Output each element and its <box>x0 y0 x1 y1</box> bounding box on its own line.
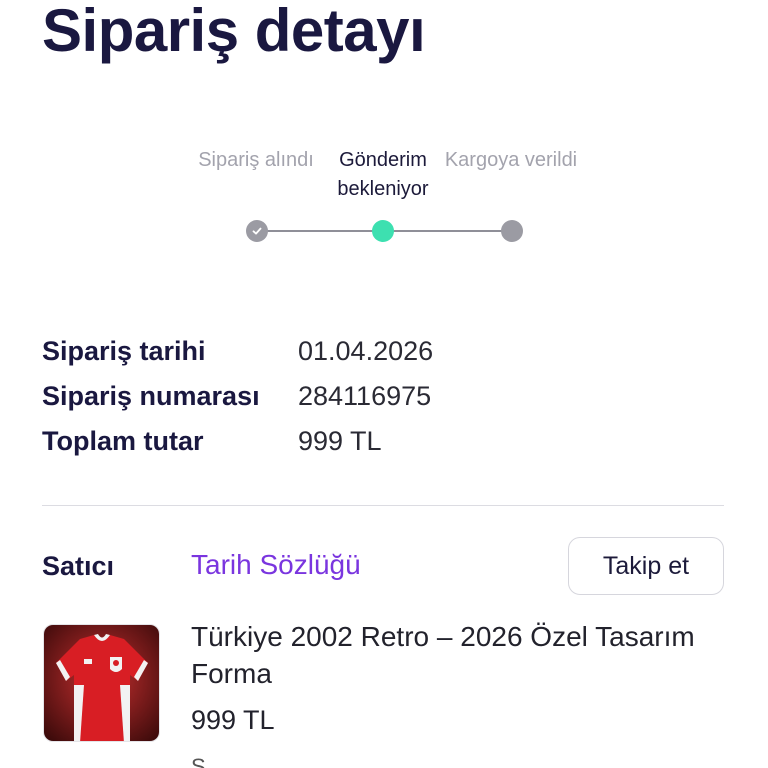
step-pending-dot <box>501 220 523 242</box>
order-number-label: Sipariş numarası <box>42 381 260 411</box>
order-date-label: Sipariş tarihi <box>42 336 206 366</box>
seller-name-link[interactable]: Tarih Sözlüğü <box>191 549 361 581</box>
step-completed-dot <box>246 220 268 242</box>
step-shipped-label: Kargoya verildi <box>444 149 578 171</box>
order-date-value: 01.04.2026 <box>298 336 434 366</box>
follow-seller-button[interactable]: Takip et <box>568 537 724 595</box>
page-title: Sipariş detayı <box>42 0 426 64</box>
red-football-jersey-image <box>44 625 159 741</box>
check-icon <box>252 227 262 235</box>
seller-label: Satıcı <box>42 551 115 581</box>
stepper-track-segment <box>383 230 512 232</box>
step-active-dot <box>372 220 394 242</box>
product-price: 999 TL <box>191 705 275 735</box>
stepper-track-segment <box>258 230 383 232</box>
order-detail-page: Sipariş detayı Sipariş alındı Gönderim b… <box>0 0 768 768</box>
product-detail-partial: S <box>191 754 206 768</box>
product-thumbnail[interactable] <box>43 624 160 742</box>
order-number-value: 284116975 <box>298 381 432 411</box>
section-divider <box>42 505 724 506</box>
product-name[interactable]: Türkiye 2002 Retro – 2026 Özel Tasarım F… <box>191 618 711 692</box>
order-total-label: Toplam tutar <box>42 426 204 456</box>
order-total-value: 999 TL <box>298 426 382 456</box>
